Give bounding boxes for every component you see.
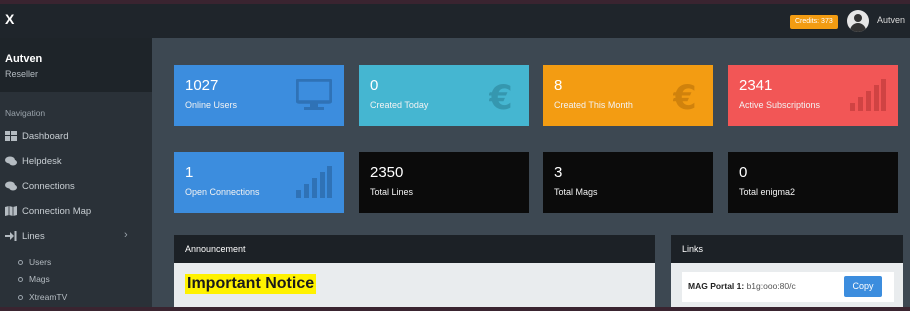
circle-icon: [18, 295, 23, 301]
app-window: X Credits: 373 Autven Autven Reseller Na…: [0, 4, 910, 307]
dashboard-icon: [5, 131, 17, 141]
profile-role: Reseller: [5, 69, 39, 79]
stat-label: Total Lines: [370, 187, 414, 197]
link-label: MAG Portal 1:: [688, 281, 745, 291]
sidebar-item-connections[interactable]: Connections: [0, 176, 152, 196]
sidebar-item-label: Dashboard: [22, 131, 69, 142]
stat-card-open-connections[interactable]: 1 Open Connections: [174, 152, 344, 213]
stat-value: 2341: [739, 77, 773, 94]
stat-card-created-today[interactable]: 0 Created Today €: [359, 65, 529, 126]
circle-icon: [18, 277, 23, 283]
announcement-panel-body: Important Notice: [174, 263, 655, 307]
comments-icon: [5, 181, 17, 191]
sidebar-item-label: Connections: [22, 181, 75, 192]
comments-icon: [5, 156, 17, 166]
map-icon: [5, 206, 17, 216]
stat-card-total-lines[interactable]: 2350 Total Lines: [359, 152, 529, 213]
sidebar-item-label: Connection Map: [22, 206, 92, 217]
sidebar-item-connection-map[interactable]: Connection Map: [0, 201, 152, 221]
stat-card-active-subscriptions[interactable]: 2341 Active Subscriptions: [728, 65, 898, 126]
stat-card-total-mags[interactable]: 3 Total Mags: [543, 152, 713, 213]
user-menu[interactable]: Autven: [877, 15, 905, 25]
important-notice: Important Notice: [185, 274, 317, 294]
stat-card-total-enigma2[interactable]: 0 Total enigma2: [728, 152, 898, 213]
euro-icon: €: [673, 79, 697, 113]
stat-label: Created This Month: [554, 100, 633, 110]
circle-icon: [18, 260, 23, 266]
top-bar: X Credits: 373 Autven: [0, 4, 910, 38]
sidebar: Autven Reseller Navigation Dashboard Hel…: [0, 38, 152, 307]
avatar[interactable]: [847, 10, 869, 32]
stat-value: 3: [554, 164, 563, 181]
link-row: MAG Portal 1: b1g:ooo:80/c Copy: [682, 272, 894, 302]
panel-title: Announcement: [185, 244, 246, 254]
links-panel-body: MAG Portal 1: b1g:ooo:80/c Copy: [671, 263, 903, 307]
stat-label: Total Mags: [554, 187, 598, 197]
link-value: b1g:ooo:80/c: [746, 281, 796, 291]
sign-in-icon: [5, 231, 17, 241]
nav-heading: Navigation: [5, 108, 46, 118]
copy-button[interactable]: Copy: [844, 276, 882, 297]
signal-bars-icon: [296, 166, 332, 198]
signal-bars-icon: [850, 79, 886, 111]
stat-label: Open Connections: [185, 187, 260, 197]
sidebar-item-label: Lines: [22, 231, 45, 242]
sidebar-item-dashboard[interactable]: Dashboard: [0, 126, 152, 146]
sidebar-item-lines[interactable]: Lines ›: [0, 226, 152, 246]
links-panel-header: Links: [671, 235, 903, 263]
stat-value: 2350: [370, 164, 404, 181]
stat-value: 1027: [185, 77, 219, 94]
stat-value: 8: [554, 77, 563, 94]
svg-text:€: €: [489, 79, 513, 113]
euro-icon: €: [489, 79, 513, 113]
chevron-right-icon[interactable]: ›: [124, 229, 128, 241]
stat-value: 0: [370, 77, 379, 94]
svg-text:€: €: [673, 79, 697, 113]
user-profile: Autven Reseller: [0, 38, 152, 92]
panel-title: Links: [682, 244, 704, 254]
stat-card-online-users[interactable]: 1027 Online Users: [174, 65, 344, 126]
stat-card-created-this-month[interactable]: 8 Created This Month €: [543, 65, 713, 126]
profile-name: Autven: [5, 53, 43, 65]
sidebar-item-helpdesk[interactable]: Helpdesk: [0, 151, 152, 171]
stat-label: Online Users: [185, 100, 238, 110]
sidebar-subitem-mags[interactable]: Mags: [18, 274, 50, 284]
sidebar-subitem-xtreamtv[interactable]: XtreamTV: [18, 292, 67, 302]
monitor-icon: [296, 79, 332, 110]
stat-label: Active Subscriptions: [739, 100, 821, 110]
credits-badge: Credits: 373: [790, 15, 838, 29]
sidebar-item-label: Helpdesk: [22, 156, 62, 167]
brand-logo[interactable]: X: [5, 11, 14, 27]
main-content: 1027 Online Users 0 Created Today € 8 Cr…: [152, 38, 910, 307]
sidebar-subitem-users[interactable]: Users: [18, 257, 51, 267]
announcement-panel-header: Announcement: [174, 235, 655, 263]
stat-label: Created Today: [370, 100, 429, 110]
stat-value: 0: [739, 164, 748, 181]
stat-label: Total enigma2: [739, 187, 796, 197]
stat-value: 1: [185, 164, 194, 181]
